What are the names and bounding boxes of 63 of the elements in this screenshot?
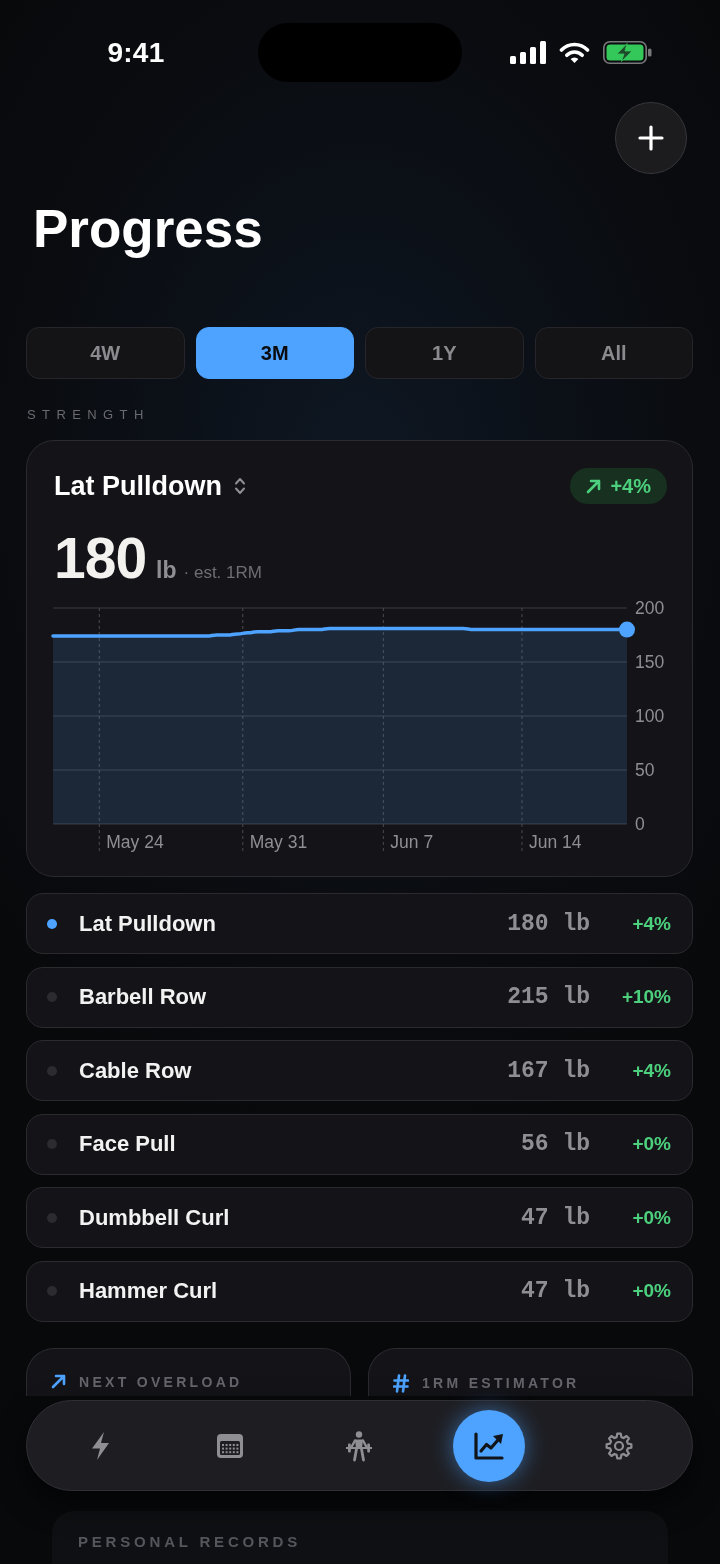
- weight-value: 56 lb: [521, 1131, 590, 1158]
- wifi-icon: [559, 41, 590, 64]
- y-tick-label: 100: [635, 706, 665, 726]
- change-value: +4%: [631, 912, 671, 935]
- page-title: Progress: [33, 198, 263, 260]
- x-tick-label: May 31: [249, 832, 308, 852]
- hash-icon: [393, 1373, 409, 1393]
- weight-value: 215 lb: [507, 984, 590, 1011]
- x-tick-label: Jun 7: [390, 832, 434, 852]
- bolt-icon: [89, 1430, 110, 1461]
- change-value: +10%: [620, 986, 671, 1009]
- exercise-name: Cable Row: [79, 1057, 193, 1084]
- exercise-row[interactable]: Lat Pulldown 180 lb +4%: [26, 893, 693, 954]
- x-tick-label: Jun 14: [529, 832, 582, 852]
- exercise-row[interactable]: Hammer Curl 47 lb +0%: [26, 1260, 693, 1322]
- exercise-row[interactable]: Face Pull 56 lb +0%: [26, 1113, 693, 1175]
- y-tick-label: 50: [635, 760, 655, 780]
- weight-value: 180 lb: [507, 910, 590, 937]
- y-tick-label: 200: [635, 598, 665, 618]
- weight-value: 47 lb: [521, 1278, 590, 1305]
- change-value: +0%: [631, 1280, 671, 1303]
- change-value: +0%: [631, 1133, 671, 1156]
- y-tick-label: 0: [635, 814, 645, 834]
- exercise-name: Barbell Row: [79, 984, 208, 1011]
- trend-chart-icon: [473, 1430, 506, 1461]
- unit-label: lb: [156, 557, 177, 584]
- range-tab[interactable]: 4W: [26, 327, 185, 379]
- range-tab[interactable]: 3M: [195, 327, 354, 379]
- exercise-name: Face Pull: [79, 1131, 177, 1158]
- change-text: +4%: [610, 474, 651, 498]
- exercise-row[interactable]: Dumbbell Curl 47 lb +0%: [26, 1187, 693, 1249]
- settings-icon: [605, 1431, 634, 1460]
- exercise-name: Dumbbell Curl: [79, 1204, 231, 1231]
- data-point: [619, 621, 635, 638]
- faded-card-title: PERSONAL RECORDS: [78, 1532, 302, 1550]
- estimate-caption: · est. 1RM: [183, 563, 262, 583]
- exercise-row[interactable]: Cable Row 167 lb +4%: [26, 1040, 693, 1102]
- tool-card-title: NEXT OVERLOAD: [79, 1373, 243, 1390]
- weightlifter-icon: [344, 1429, 375, 1462]
- arrow-up-right-icon: [586, 478, 602, 494]
- section-label: STRENGTH: [27, 407, 150, 423]
- weight-value: 47 lb: [521, 1204, 590, 1231]
- plus-icon: [638, 125, 664, 151]
- weight-value: 167 lb: [507, 1057, 590, 1084]
- tab-bar-button[interactable]: [453, 1409, 526, 1482]
- change-value: +0%: [631, 1206, 671, 1229]
- exercise-picker[interactable]: Lat Pulldown: [54, 470, 246, 502]
- exercise-row[interactable]: Barbell Row 215 lb +10%: [26, 966, 693, 1028]
- chevron-up-down-icon: [234, 476, 246, 496]
- arrow-up-right-icon: [51, 1374, 66, 1390]
- tool-card-title: 1RM ESTIMATOR: [422, 1375, 580, 1392]
- change-value: +4%: [631, 1059, 671, 1082]
- y-tick-label: 150: [635, 652, 665, 672]
- exercise-name: Lat Pulldown: [79, 910, 217, 937]
- status-time: 9:41: [107, 36, 165, 69]
- x-tick-label: May 24: [106, 832, 164, 852]
- range-tab[interactable]: All: [534, 327, 693, 379]
- exercise-name: Hammer Curl: [79, 1278, 219, 1305]
- battery-charging-icon: [603, 41, 652, 64]
- estimate-value: 180: [54, 530, 147, 586]
- calendar-icon: [215, 1432, 244, 1459]
- range-tab[interactable]: 1Y: [365, 327, 524, 379]
- signal-icon: [510, 41, 546, 64]
